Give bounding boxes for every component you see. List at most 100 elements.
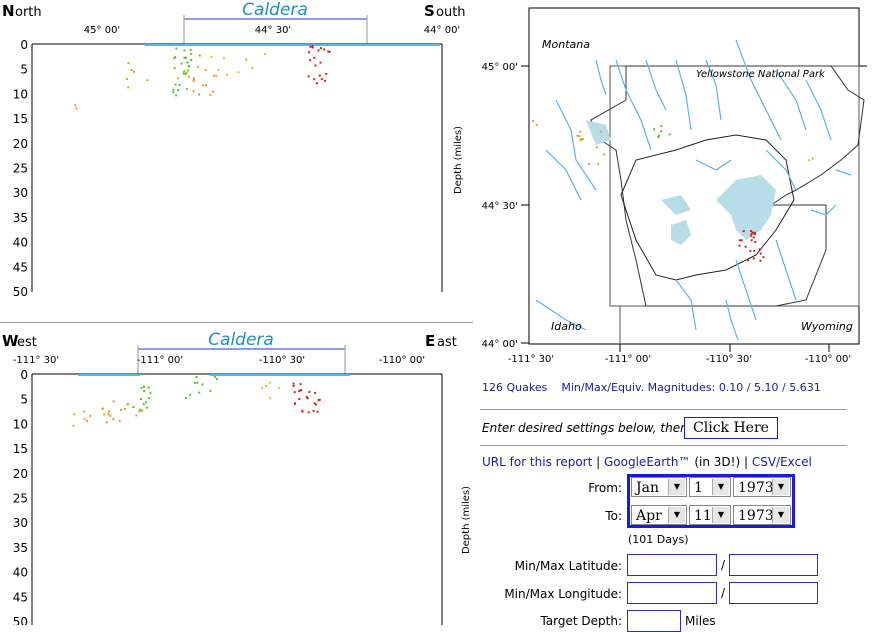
- quake-marker: [197, 65, 200, 68]
- depth-tick-label: 0: [20, 38, 28, 52]
- separator: |: [596, 455, 601, 469]
- depth-tick-label: 35: [13, 541, 28, 555]
- quake-marker: [118, 419, 121, 422]
- quake-marker: [739, 239, 741, 242]
- days-count: (101 Days): [628, 533, 689, 546]
- csv-excel-link[interactable]: CSV/Excel: [752, 455, 812, 469]
- caldera-label: Caldera: [208, 330, 274, 350]
- quake-marker: [753, 249, 756, 252]
- from-month-select[interactable]: Jan ▼: [631, 477, 687, 497]
- quake-marker: [209, 389, 212, 392]
- slash: /: [721, 586, 726, 600]
- quake-marker: [320, 78, 323, 81]
- divider: [480, 409, 847, 410]
- min-latitude-input[interactable]: [627, 554, 717, 576]
- longitude-label: Min/Max Longitude:: [504, 587, 622, 601]
- quake-marker: [182, 72, 185, 75]
- quake-marker: [595, 146, 598, 149]
- quake-marker: [319, 47, 322, 50]
- depth-tick-label: 10: [13, 87, 28, 101]
- chevron-down-icon: ▼: [668, 479, 685, 495]
- north-label: orth: [15, 5, 42, 20]
- miles-label: Miles: [685, 614, 716, 628]
- quake-marker: [265, 384, 267, 387]
- quake-marker: [178, 84, 181, 87]
- quake-marker: [83, 418, 86, 421]
- quake-marker: [263, 52, 266, 55]
- quake-marker: [277, 386, 280, 389]
- depth-tick-label: 35: [13, 211, 28, 225]
- quake-marker: [578, 135, 581, 138]
- slash: /: [721, 558, 726, 572]
- chevron-down-icon: ▼: [668, 507, 685, 523]
- quake-marker: [312, 409, 315, 412]
- quake-marker: [762, 256, 765, 259]
- depth-tick-label: 5: [20, 393, 28, 407]
- tick-label: 44° 00': [424, 25, 460, 36]
- quake-marker: [198, 54, 201, 57]
- depth-tick-label: 40: [13, 236, 28, 250]
- from-day-select[interactable]: 1 ▼: [689, 477, 731, 497]
- quake-marker: [268, 381, 271, 384]
- idaho-label: Idaho: [551, 320, 582, 333]
- quake-marker: [140, 398, 142, 401]
- quake-marker: [660, 125, 663, 127]
- quake-marker: [73, 413, 76, 416]
- quake-marker: [576, 134, 579, 137]
- yellowstone-map: Montana Yellowstone National Park Idaho …: [482, 7, 867, 365]
- quake-marker: [174, 56, 177, 59]
- to-day-select[interactable]: 11 ▼: [689, 505, 731, 525]
- quake-marker: [204, 69, 207, 71]
- depth-tick-label: 20: [13, 137, 28, 151]
- quake-marker: [145, 406, 148, 409]
- quake-marker: [187, 75, 190, 78]
- quake-marker: [172, 88, 175, 91]
- east-letter: E: [425, 332, 435, 350]
- quake-summary: 126 Quakes Min/Max/Equiv. Magnitudes: 0.…: [482, 381, 821, 394]
- quake-marker: [108, 410, 110, 413]
- chevron-down-icon: ▼: [772, 507, 789, 523]
- quake-marker: [750, 234, 753, 237]
- from-year-select[interactable]: 1973 ▼: [733, 477, 791, 497]
- quake-marker: [138, 373, 141, 375]
- quake-marker: [269, 397, 271, 400]
- quake-marker: [323, 48, 326, 51]
- target-depth-input[interactable]: [627, 610, 681, 632]
- quake-marker: [189, 48, 192, 51]
- quake-marker: [175, 47, 178, 50]
- park-label: Yellowstone National Park: [696, 69, 826, 80]
- quake-marker: [175, 94, 178, 97]
- google-earth-link[interactable]: GoogleEarth™: [604, 455, 691, 469]
- quake-marker: [215, 74, 218, 77]
- quake-marker: [142, 403, 145, 406]
- max-latitude-input[interactable]: [729, 554, 818, 576]
- divider: [480, 445, 847, 446]
- min-longitude-input[interactable]: [627, 582, 717, 604]
- we-cross-section: W est E ast Caldera -111° 30' -111° 00' …: [2, 330, 472, 625]
- to-month-select[interactable]: Apr ▼: [631, 505, 687, 525]
- quake-marker: [749, 250, 752, 253]
- map-lat-tick: 44° 30': [482, 201, 518, 212]
- to-year-select[interactable]: 1973 ▼: [733, 505, 791, 525]
- quake-marker: [217, 68, 220, 71]
- quake-marker: [603, 153, 606, 156]
- tick-label: 45° 00': [84, 25, 120, 36]
- section-divider: [0, 322, 473, 323]
- quake-marker: [183, 49, 186, 52]
- quake-marker: [738, 244, 741, 247]
- quake-marker: [226, 73, 228, 76]
- quake-marker: [580, 138, 583, 141]
- depth-tick-label: 50: [13, 615, 28, 625]
- report-url-link[interactable]: URL for this report: [482, 455, 592, 469]
- quake-marker: [744, 245, 747, 248]
- quake-marker: [180, 62, 183, 65]
- quake-marker: [599, 130, 602, 133]
- quake-marker: [319, 61, 322, 64]
- quake-marker: [174, 83, 177, 86]
- click-here-button[interactable]: Click Here: [684, 417, 778, 439]
- max-longitude-input[interactable]: [729, 582, 818, 604]
- quake-marker: [318, 398, 321, 401]
- quake-marker: [210, 55, 213, 58]
- quake-marker: [140, 409, 143, 412]
- montana-label: Montana: [542, 38, 590, 51]
